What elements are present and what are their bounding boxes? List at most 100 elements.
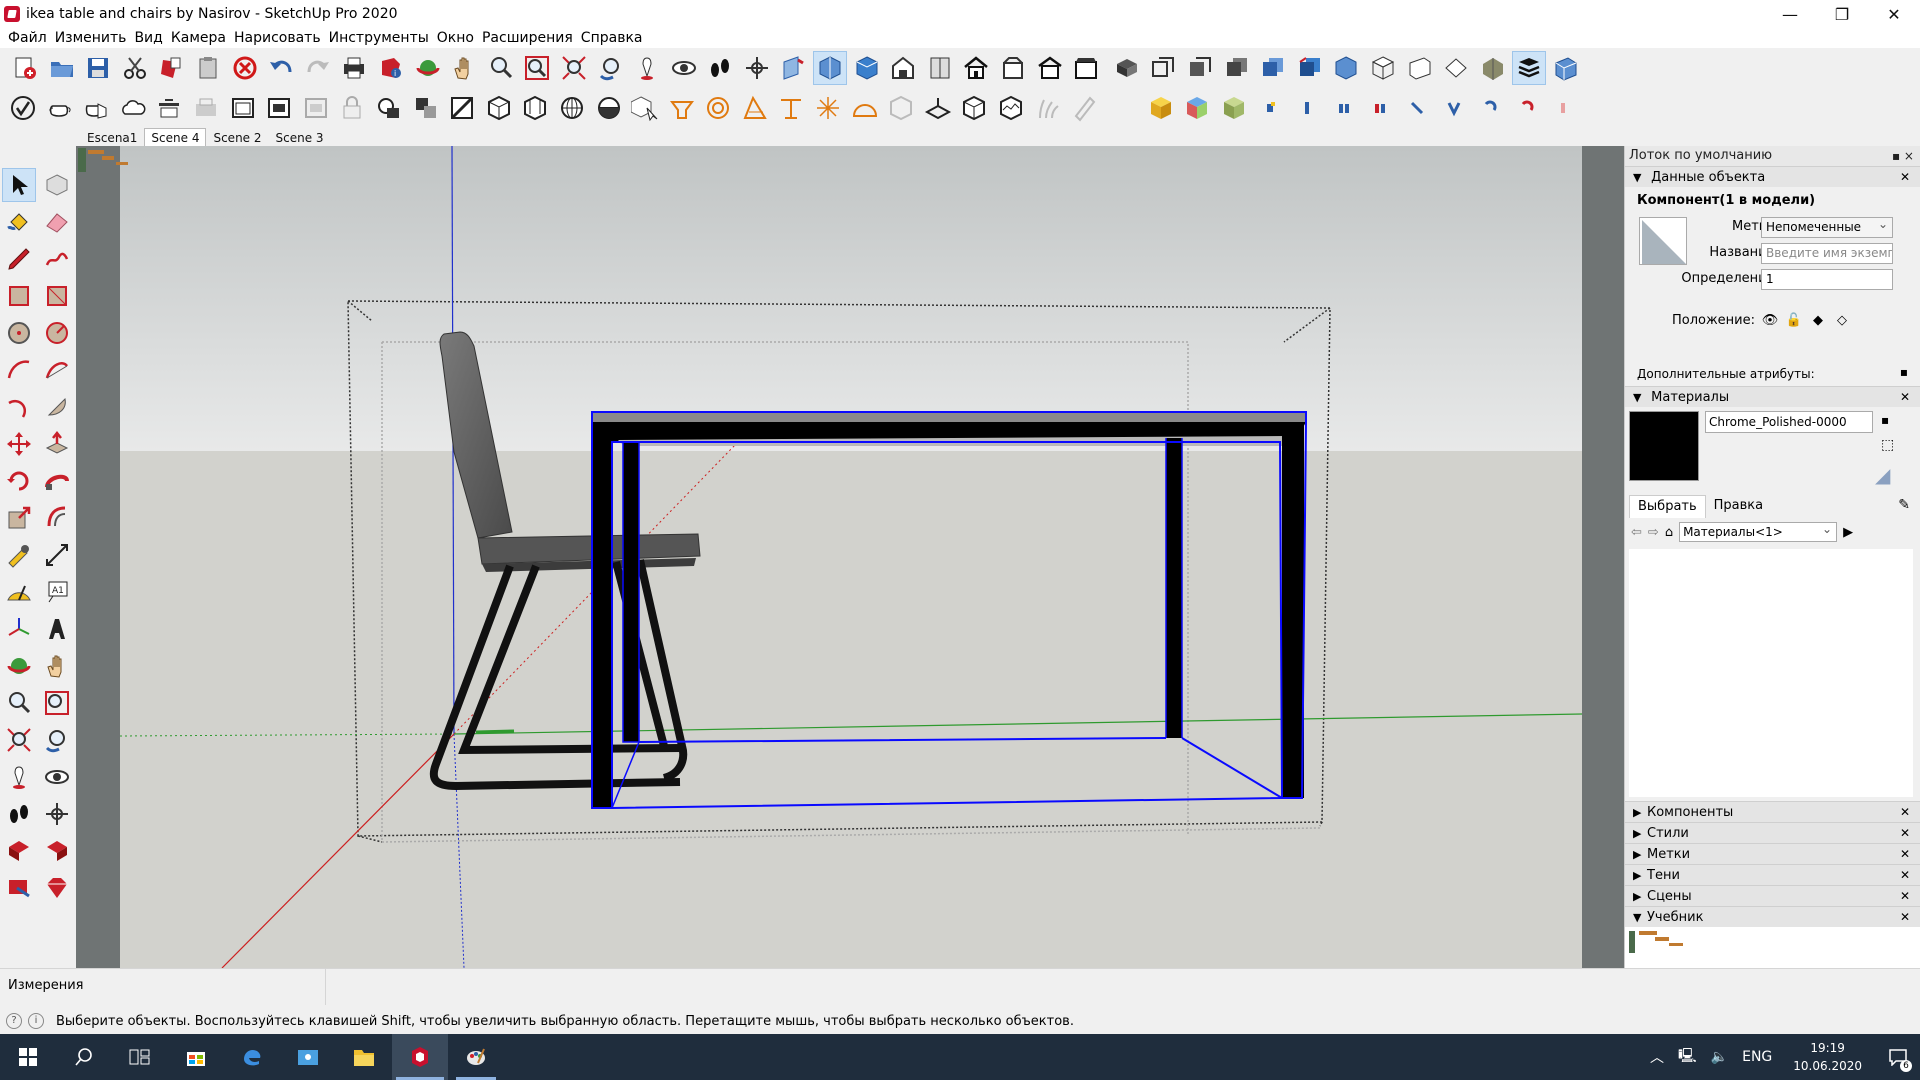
plugin-b-icon[interactable] xyxy=(1290,91,1324,125)
plugin-c-icon[interactable] xyxy=(1327,91,1361,125)
cast-shadows-icon[interactable]: ◇ xyxy=(1833,311,1851,329)
save-icon[interactable] xyxy=(81,51,115,85)
plugin-g-icon[interactable] xyxy=(1473,91,1507,125)
right-view-icon[interactable] xyxy=(1403,51,1437,85)
offset-icon[interactable] xyxy=(40,501,74,535)
zoom-window-tool-icon[interactable] xyxy=(40,686,74,720)
back-edges-icon[interactable] xyxy=(1549,51,1583,85)
eraser-icon[interactable] xyxy=(40,205,74,239)
cloud-icon[interactable] xyxy=(116,91,150,125)
grass-disabled-icon[interactable] xyxy=(1031,91,1065,125)
display-section-cuts-icon[interactable] xyxy=(850,51,884,85)
color-cube-icon[interactable] xyxy=(1180,91,1214,125)
pie-icon[interactable] xyxy=(40,390,74,424)
menu-camera[interactable]: Камера xyxy=(167,28,230,48)
scene-tab-scene-4[interactable]: Scene 4 xyxy=(144,128,207,146)
section-tool-icon[interactable] xyxy=(40,797,74,831)
shaded-textures-icon[interactable] xyxy=(1256,51,1290,85)
sandbox-circle-icon[interactable] xyxy=(701,91,735,125)
three-point-arc-icon[interactable] xyxy=(2,390,36,424)
zoom-tool-icon[interactable] xyxy=(2,686,36,720)
styles-header[interactable]: ▶ Стили ✕ xyxy=(1625,822,1920,843)
check-model-icon[interactable] xyxy=(6,91,40,125)
paint-app-icon[interactable] xyxy=(448,1034,504,1080)
undo-icon[interactable] xyxy=(264,51,298,85)
warehouse-icon[interactable] xyxy=(886,51,920,85)
share-component-icon[interactable] xyxy=(2,871,36,905)
select-cube-icon[interactable] xyxy=(628,91,662,125)
tutorial-close-icon[interactable]: ✕ xyxy=(1900,907,1910,928)
house-icon[interactable] xyxy=(959,51,993,85)
menu-window[interactable]: Окно xyxy=(433,28,478,48)
visibility-eye-icon[interactable]: 👁 xyxy=(1761,311,1779,329)
walk-icon[interactable] xyxy=(703,51,737,85)
shadows-header[interactable]: ▶ Тени ✕ xyxy=(1625,864,1920,885)
plugin-d-icon[interactable] xyxy=(1363,91,1397,125)
forward-arrow-icon[interactable]: ⇨ xyxy=(1648,525,1659,540)
move-icon[interactable] xyxy=(2,427,36,461)
menu-view[interactable]: Вид xyxy=(130,28,166,48)
sphere-half-icon[interactable] xyxy=(592,91,626,125)
sandbox-drape-icon[interactable] xyxy=(774,91,808,125)
erase-cancel-icon[interactable] xyxy=(228,51,262,85)
box-terrain-icon[interactable] xyxy=(994,91,1028,125)
geo-location-icon[interactable]: ? xyxy=(6,1013,22,1029)
tags-header[interactable]: ▶ Метки ✕ xyxy=(1625,843,1920,864)
plugin-a-icon[interactable] xyxy=(1254,91,1288,125)
taskbar-clock[interactable]: 19:19 10.06.2020 xyxy=(1779,1039,1876,1075)
open-folder-icon[interactable] xyxy=(45,51,79,85)
arc-icon[interactable] xyxy=(2,353,36,387)
protractor-icon[interactable] xyxy=(2,575,36,609)
ruby-gem-icon[interactable] xyxy=(40,871,74,905)
xray-icon[interactable] xyxy=(1476,51,1510,85)
cube-grid-icon[interactable] xyxy=(482,91,516,125)
warehouse-tool-icon[interactable] xyxy=(2,834,36,868)
polygon-icon[interactable] xyxy=(40,316,74,350)
model-viewport[interactable] xyxy=(76,146,1624,968)
home-icon[interactable]: ⌂ xyxy=(1665,525,1673,540)
printer-disabled-icon[interactable] xyxy=(189,91,223,125)
extension-warehouse-icon[interactable] xyxy=(40,834,74,868)
follow-me-icon[interactable] xyxy=(40,464,74,498)
text-tool-icon[interactable]: A1 xyxy=(40,575,74,609)
minimize-button[interactable]: — xyxy=(1764,0,1816,28)
task-view-icon[interactable] xyxy=(112,1034,168,1080)
cube-lines-icon[interactable] xyxy=(518,91,552,125)
copy-icon[interactable] xyxy=(154,51,188,85)
look-around-icon[interactable] xyxy=(667,51,701,85)
back-arrow-icon[interactable]: ⇦ xyxy=(1631,525,1642,540)
window-print-icon[interactable] xyxy=(262,91,296,125)
cut-icon[interactable] xyxy=(118,51,152,85)
sample-paint-eyedropper-icon[interactable]: ✎ xyxy=(1898,497,1910,513)
print-icon[interactable] xyxy=(337,51,371,85)
teapot-icon[interactable] xyxy=(43,91,77,125)
sandbox-stamp-icon[interactable] xyxy=(738,91,772,125)
pen-disabled-icon[interactable] xyxy=(1067,91,1101,125)
input-language[interactable]: ENG xyxy=(1735,1049,1779,1065)
pan-hand-icon[interactable] xyxy=(447,51,481,85)
shadows-close-icon[interactable]: ✕ xyxy=(1900,865,1910,886)
definition-input[interactable]: 1 xyxy=(1761,269,1893,290)
store-icon[interactable] xyxy=(168,1034,224,1080)
solid-subtract-icon[interactable] xyxy=(409,91,443,125)
plugin-h-icon[interactable] xyxy=(1510,91,1544,125)
wireframe-icon[interactable] xyxy=(1146,51,1180,85)
menu-edit[interactable]: Изменить xyxy=(51,28,131,48)
material-name-input[interactable]: Chrome_Polished-0000 xyxy=(1705,411,1873,433)
file-explorer-icon[interactable] xyxy=(336,1034,392,1080)
hand-teapot-icon[interactable] xyxy=(79,91,113,125)
new-file-icon[interactable] xyxy=(8,51,42,85)
tab-edit[interactable]: Правка xyxy=(1706,495,1771,518)
advanced-attributes-toggle-icon[interactable]: ▪ xyxy=(1900,365,1908,379)
details-arrow-icon[interactable]: ▶ xyxy=(1843,525,1853,540)
search-icon[interactable] xyxy=(56,1034,112,1080)
menu-file[interactable]: Файл xyxy=(4,28,51,48)
menu-tools[interactable]: Инструменты xyxy=(325,28,433,48)
shaded-icon[interactable] xyxy=(1220,51,1254,85)
plugin-e-icon[interactable] xyxy=(1400,91,1434,125)
plugin-f-icon[interactable] xyxy=(1437,91,1471,125)
credits-info-icon[interactable]: i xyxy=(28,1013,44,1029)
3d-text-icon[interactable] xyxy=(40,612,74,646)
look-around-tool-icon[interactable] xyxy=(40,760,74,794)
tags-close-icon[interactable]: ✕ xyxy=(1900,844,1910,865)
